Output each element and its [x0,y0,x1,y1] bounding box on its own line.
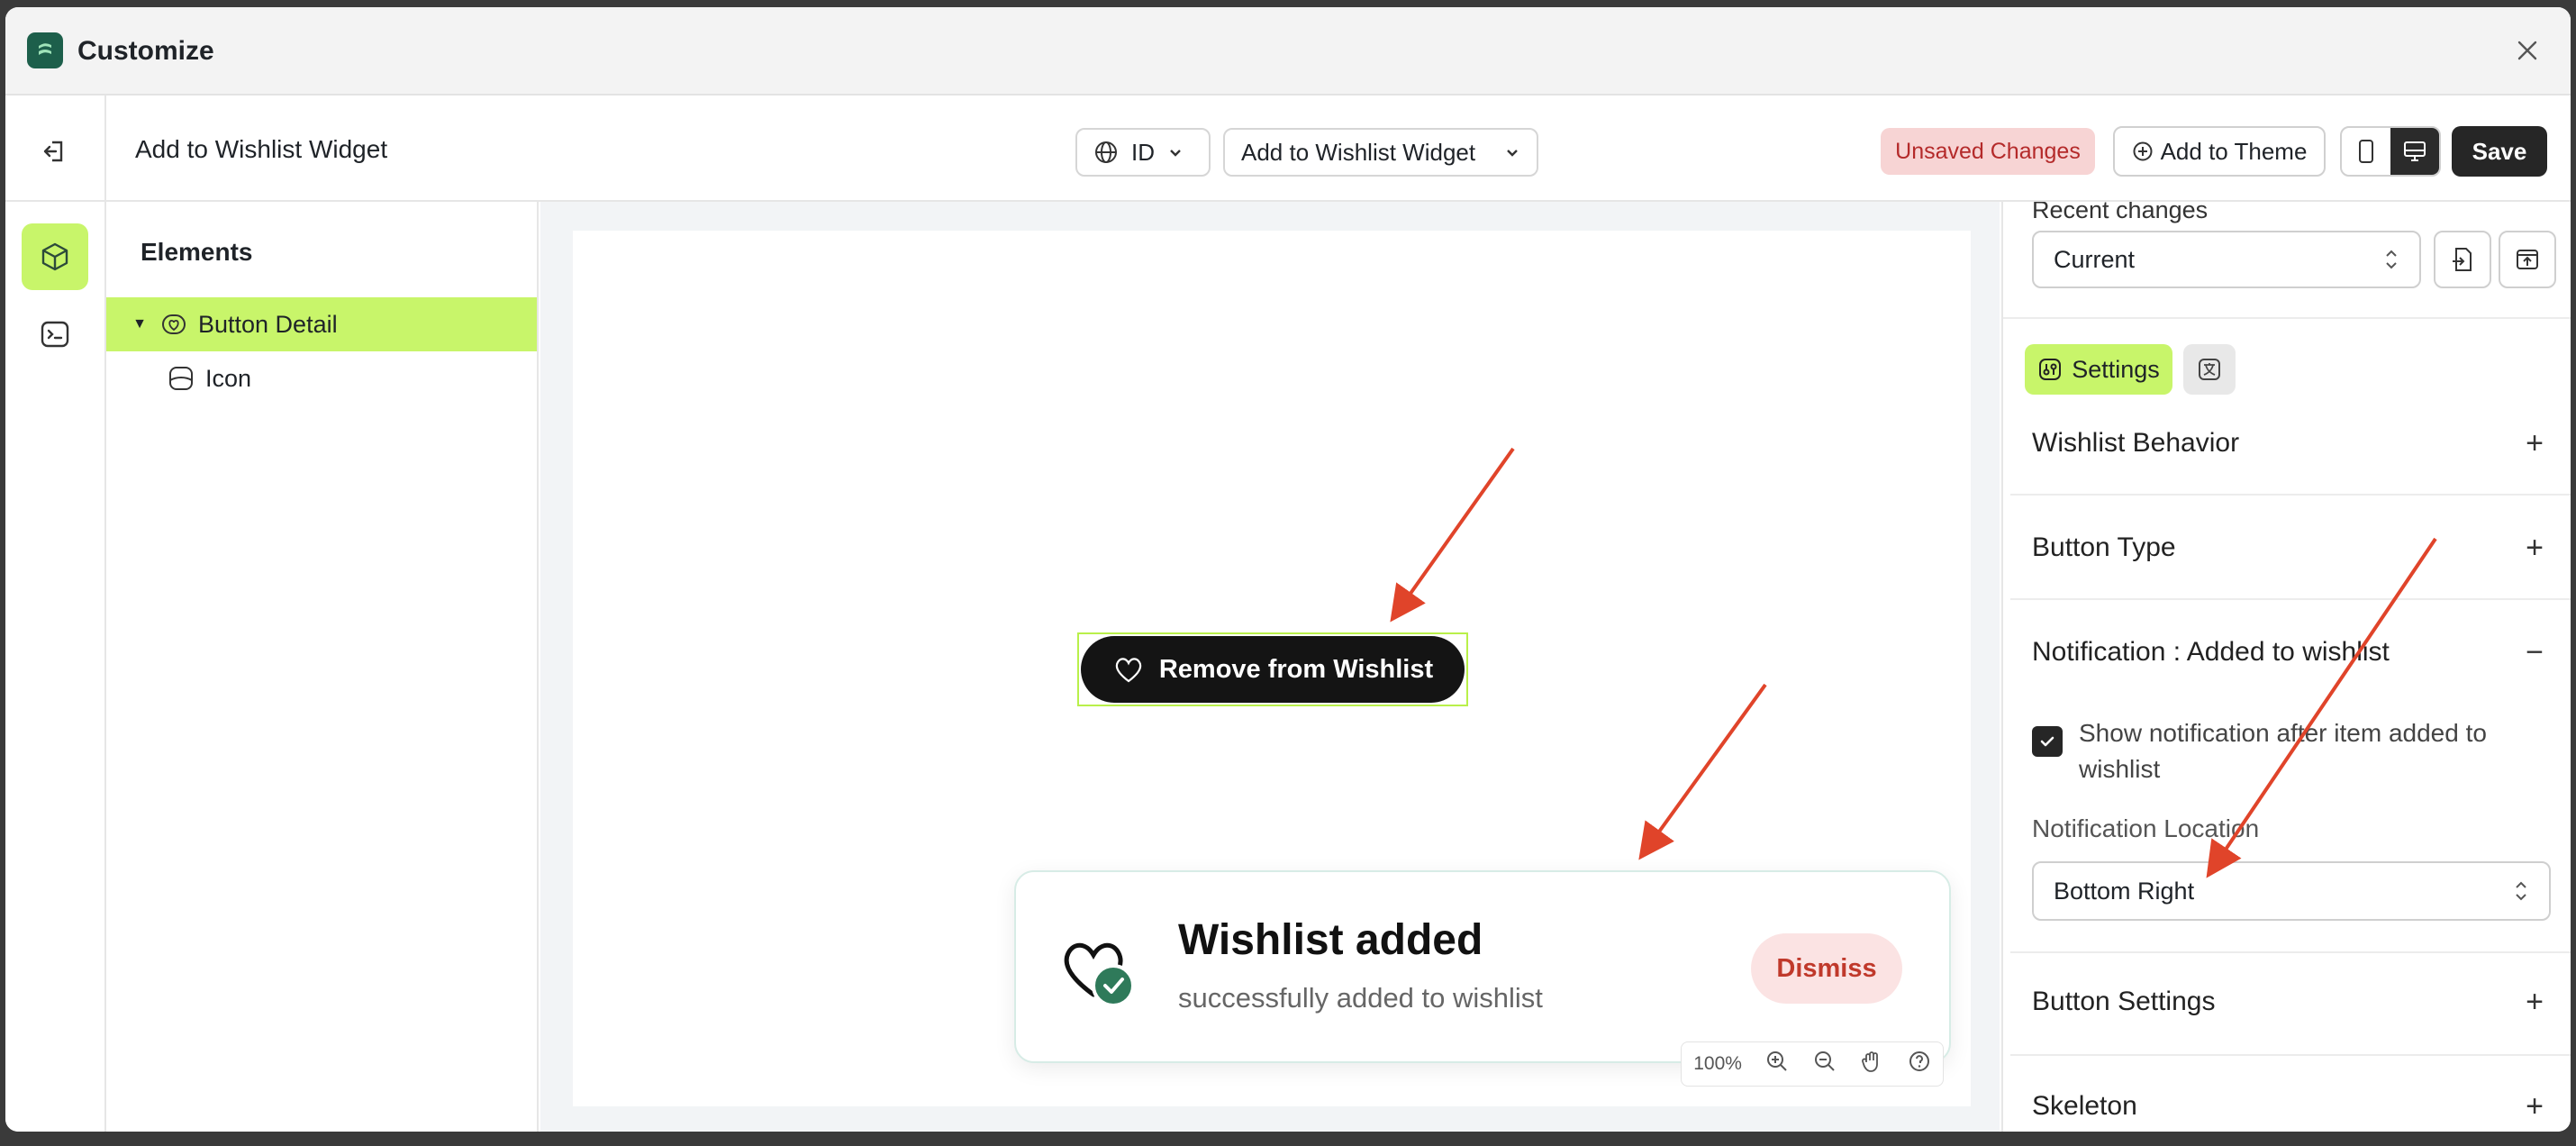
recent-changes-label: Recent changes [2032,202,2209,223]
checkbox-checked[interactable] [2032,726,2063,757]
notification-toast: Wishlist added successfully added to wis… [1014,870,1951,1063]
elements-cube-icon[interactable] [22,223,88,290]
chevron-updown-icon [2386,250,2397,269]
left-rail [5,202,106,1132]
toast-title: Wishlist added [1178,916,1483,964]
section-wishlist-behavior[interactable]: Wishlist Behavior + [2032,416,2544,470]
title-bar: Customize [5,7,2571,96]
chevron-down-icon [1507,150,1518,157]
heart-check-icon [1057,928,1138,1009]
caret-down-icon[interactable]: ▼ [126,316,153,332]
notification-location-select[interactable]: Bottom Right [2032,861,2551,921]
section-label: Button Settings [2032,987,2216,1016]
language-dropdown[interactable]: ID [1075,128,1211,177]
template-dropdown[interactable]: Add to Wishlist Widget [1223,128,1538,177]
desktop-view-icon[interactable] [2390,128,2439,175]
elements-title: Elements [141,238,253,266]
save-button[interactable]: Save [2452,126,2547,177]
sliders-icon [2039,359,2062,380]
globe-icon [1095,141,1117,163]
tab-settings-label: Settings [2072,355,2160,383]
divider [2010,494,2571,496]
tree-item-icon[interactable]: Icon [106,351,537,405]
settings-panel: Recent changes Current Settings Wishlist… [2001,202,2571,1132]
section-label: Button Type [2032,532,2176,562]
chevron-down-icon [1170,150,1181,157]
divider [2010,1054,2571,1056]
elements-panel: Elements ▼ Button Detail Icon [106,202,539,1132]
page-name: Add to Wishlist Widget [135,135,388,163]
exit-icon[interactable] [36,133,72,169]
canvas-area: Remove from Wishlist Wishlist added succ… [540,202,2000,1132]
divider [2003,317,2571,319]
section-label: Wishlist Behavior [2032,428,2240,458]
language-label: ID [1131,138,1155,166]
section-notification-added[interactable]: Notification : Added to wishlist − [2032,625,2544,679]
plus-icon[interactable]: + [2526,426,2544,461]
recent-changes-select[interactable]: Current [2032,231,2421,288]
zoom-out-icon[interactable] [1813,1050,1837,1078]
divider [2010,951,2571,953]
customize-window: Customize Add to Wishlist Widget ID Add … [5,7,2571,1132]
chevron-updown-icon [2516,881,2526,901]
app-logo-icon [27,32,63,68]
export-icon[interactable] [2499,231,2556,288]
window-title: Customize [77,36,214,66]
section-skeleton[interactable]: Skeleton + [2032,1079,2544,1132]
zoom-level: 100% [1693,1053,1742,1074]
plus-icon[interactable]: + [2526,1089,2544,1124]
help-icon[interactable] [1908,1050,1931,1078]
template-label: Add to Wishlist Widget [1241,138,1476,166]
tab-settings[interactable]: Settings [2025,344,2172,395]
show-notification-option[interactable]: Show notification after item added to wi… [2032,715,2536,787]
device-toggle [2340,126,2441,177]
add-to-theme-button[interactable]: Add to Theme [2113,126,2326,177]
close-icon[interactable] [2511,34,2544,67]
selected-element-outline: Remove from Wishlist [1077,632,1468,706]
wishlist-button-label: Remove from Wishlist [1158,654,1434,684]
section-label: Skeleton [2032,1091,2137,1121]
notification-location-label: Notification Location [2032,814,2260,842]
heart-stack-icon [159,309,189,340]
preview-canvas: Remove from Wishlist Wishlist added succ… [573,231,1971,1106]
add-to-theme-label: Add to Theme [2160,137,2308,165]
remove-from-wishlist-button[interactable]: Remove from Wishlist [1081,636,1465,703]
plus-icon[interactable]: + [2526,985,2544,1020]
notification-location-value: Bottom Right [2054,877,2195,905]
minus-icon[interactable]: − [2526,635,2544,670]
translate-icon[interactable] [2183,344,2236,395]
heart-icon [1115,658,1142,683]
import-icon[interactable] [2434,231,2491,288]
tree-item-button-detail[interactable]: ▼ Button Detail [106,297,537,351]
zoom-toolbar: 100% [1681,1041,1944,1087]
toast-subtitle: successfully added to wishlist [1178,982,1543,1014]
zoom-in-icon[interactable] [1765,1050,1789,1078]
section-label: Notification : Added to wishlist [2032,637,2390,667]
pan-hand-icon[interactable] [1860,1050,1883,1078]
divider [2010,598,2571,600]
section-button-type[interactable]: Button Type + [2032,521,2544,575]
plus-icon[interactable]: + [2526,531,2544,566]
code-terminal-icon[interactable] [22,301,88,368]
toolbar-divider [104,96,106,202]
image-box-icon [166,363,196,394]
tree-item-label: Button Detail [198,310,338,338]
recent-changes-value: Current [2054,245,2136,273]
dismiss-button[interactable]: Dismiss [1751,933,1902,1004]
section-button-settings[interactable]: Button Settings + [2032,975,2544,1029]
plus-circle-icon [2133,141,2153,161]
checkbox-label: Show notification after item added to wi… [2079,719,2487,783]
unsaved-changes-badge: Unsaved Changes [1881,128,2095,175]
editor-toolbar: Add to Wishlist Widget ID Add to Wishlis… [5,96,2571,202]
mobile-view-icon[interactable] [2342,128,2390,175]
tree-item-label: Icon [205,364,252,392]
